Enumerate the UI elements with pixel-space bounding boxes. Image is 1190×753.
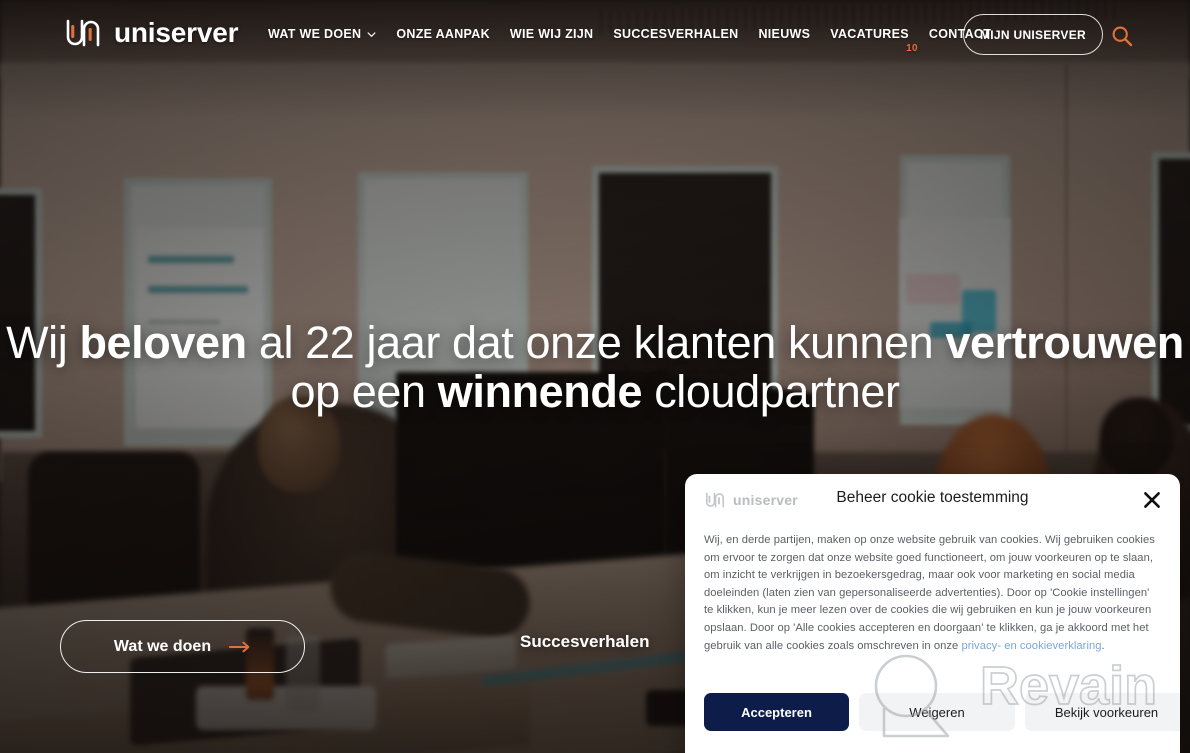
- hero-heading-bold2: vertrouwen: [945, 317, 1184, 368]
- cookie-dialog-logo: uniserver: [704, 491, 798, 509]
- succesverhalen-link[interactable]: Succesverhalen: [520, 632, 649, 652]
- site-logo-wordmark: uniserver: [114, 17, 239, 48]
- hero-heading-part1: Wij: [6, 317, 80, 368]
- site-logo[interactable]: uniserver: [63, 17, 238, 49]
- hero-heading-part2: al 22 jaar dat onze klanten kunnen: [246, 317, 946, 368]
- accept-cookies-button[interactable]: Accepteren: [704, 693, 849, 731]
- cookie-dialog-actions: Accepteren Weigeren Bekijk voorkeuren: [704, 693, 1180, 731]
- cookie-body-text-end: .: [1101, 639, 1105, 652]
- cookie-consent-dialog: uniserver Beheer cookie toestemming Wij,…: [685, 474, 1180, 753]
- uniserver-logo-icon: [63, 17, 103, 49]
- search-icon[interactable]: [1110, 24, 1134, 48]
- site-header: uniserver WAT WE DOEN ONZE AANPAK WIE WI…: [0, 0, 1190, 68]
- cookie-dialog-body: Wij, en derde partijen, maken op onze we…: [685, 526, 1180, 655]
- nav-item-label: WIE WIJ ZIJN: [509, 27, 594, 41]
- decline-cookies-button[interactable]: Weigeren: [859, 693, 1015, 731]
- nav-item-label: ONZE AANPAK: [396, 27, 490, 41]
- nav-item-label: WAT WE DOEN: [268, 27, 362, 41]
- arrow-right-icon: [229, 641, 251, 653]
- mijn-uniserver-label: MIJN UNISERVER: [979, 27, 1086, 42]
- hero-heading-part3: op een: [290, 366, 438, 417]
- nav-item-nieuws[interactable]: NIEUWS: [748, 27, 820, 41]
- cookie-dialog-header: uniserver Beheer cookie toestemming: [685, 474, 1180, 526]
- privacy-cookie-link[interactable]: privacy- en cookieverklaring: [961, 640, 1101, 652]
- nav-item-vacatures[interactable]: VACATURES 10: [820, 27, 919, 54]
- wat-we-doen-button[interactable]: Wat we doen: [60, 620, 305, 673]
- nav-item-succesverhalen[interactable]: SUCCESVERHALEN: [603, 27, 748, 41]
- close-icon[interactable]: [1142, 490, 1162, 510]
- wat-we-doen-label: Wat we doen: [113, 637, 212, 655]
- nav-item-label: VACATURES: [830, 27, 909, 41]
- nav-item-label: SUCCESVERHALEN: [613, 27, 739, 41]
- page-root: uniserver WAT WE DOEN ONZE AANPAK WIE WI…: [0, 0, 1190, 753]
- cookie-dialog-brand: uniserver: [733, 492, 798, 508]
- chevron-down-icon: [367, 30, 376, 39]
- hero-heading-part4: cloudpartner: [642, 366, 900, 417]
- nav-item-label: NIEUWS: [758, 27, 811, 41]
- nav-item-onze-aanpak[interactable]: ONZE AANPAK: [386, 27, 500, 41]
- nav-item-wat-we-doen[interactable]: WAT WE DOEN: [258, 27, 386, 41]
- succesverhalen-label: Succesverhalen: [520, 632, 650, 651]
- view-preferences-button[interactable]: Bekijk voorkeuren: [1025, 693, 1180, 731]
- main-navigation: WAT WE DOEN ONZE AANPAK WIE WIJ ZIJN SUC…: [258, 0, 1001, 68]
- uniserver-logo-icon: [704, 491, 726, 509]
- hero-cta-group: Wat we doen: [60, 620, 305, 673]
- hero-heading-bold3: winnende: [437, 366, 643, 417]
- cookie-body-text: Wij, en derde partijen, maken op onze we…: [704, 534, 1155, 652]
- nav-item-wie-wij-zijn[interactable]: WIE WIJ ZIJN: [500, 27, 603, 41]
- vacatures-count-badge: 10: [906, 43, 918, 54]
- hero-heading-bold1: beloven: [79, 317, 247, 368]
- hero-heading: Wij beloven al 22 jaar dat onze klanten …: [0, 318, 1190, 416]
- mijn-uniserver-button[interactable]: MIJN UNISERVER: [963, 14, 1103, 55]
